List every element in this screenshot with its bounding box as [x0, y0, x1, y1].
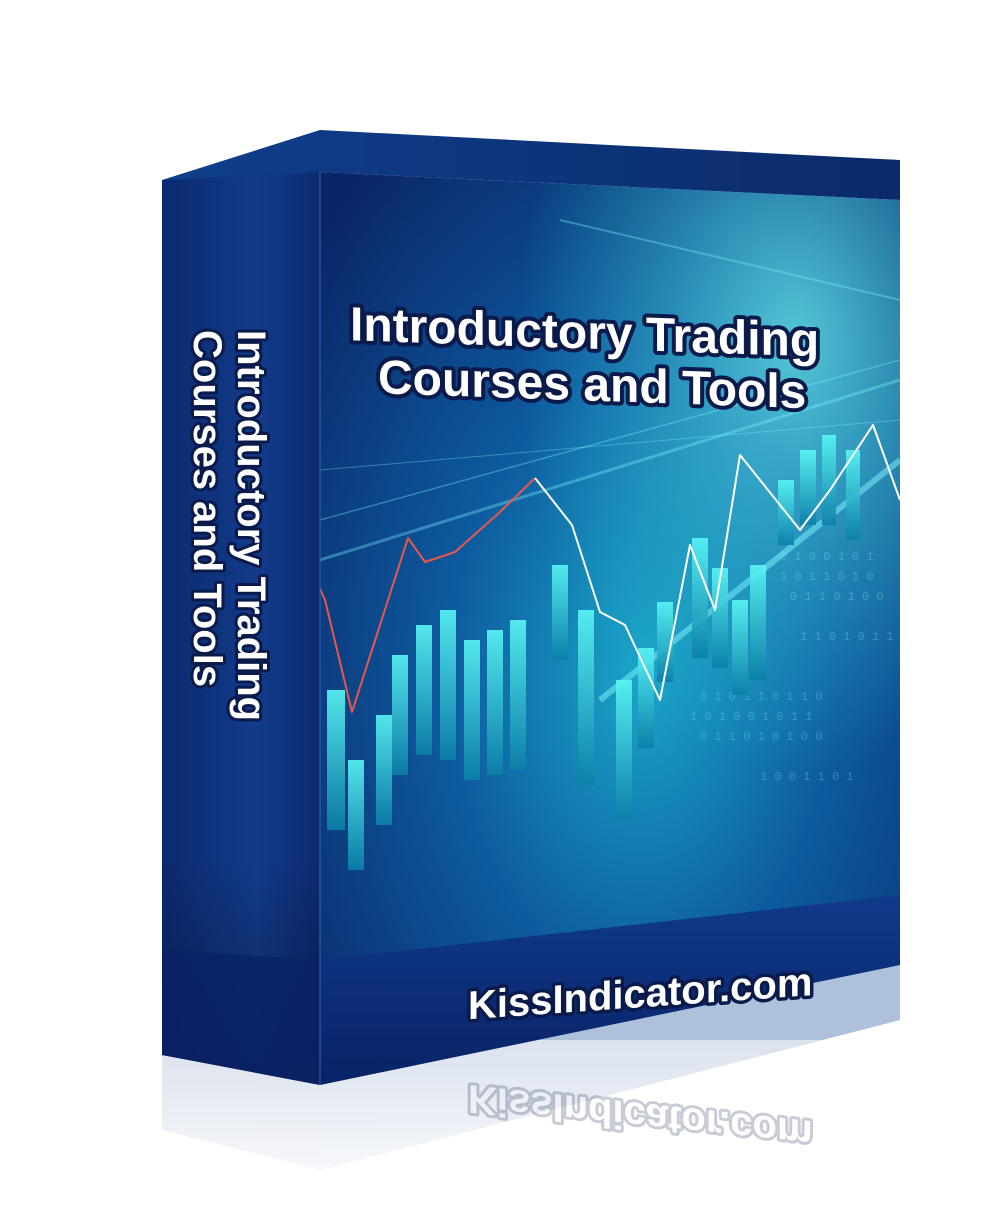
- svg-text:0 1 0 0 1 0 1: 0 1 0 0 1 0 1: [780, 550, 874, 564]
- candlestick-bar: [800, 450, 816, 525]
- candlestick-bar: [638, 648, 654, 748]
- candlestick-bar: [822, 435, 836, 525]
- candlestick-bar: [392, 655, 408, 775]
- svg-text:1 0 1 1 0 1 0: 1 0 1 1 0 1 0: [780, 570, 874, 584]
- candlestick-bar: [376, 715, 392, 825]
- candlestick-bar: [732, 600, 748, 695]
- software-box-image: KissIndicator.com Introductory Trading C…: [150, 130, 930, 1210]
- candlestick-bar: [616, 680, 632, 820]
- front-title: Introductory Trading Courses and Tools: [350, 298, 833, 420]
- svg-text:0 1 0 1 1 0 1 1 0: 0 1 0 1 1 0 1 1 0: [700, 690, 822, 704]
- spine-title: Introductory Trading Courses and Tools: [185, 330, 273, 732]
- candlestick-bar: [327, 690, 345, 830]
- candlestick-bar: [750, 565, 766, 680]
- svg-text:0 1 1 0 1 0 1 0 0: 0 1 1 0 1 0 1 0 0: [700, 730, 822, 744]
- candlestick-bar: [487, 630, 503, 775]
- svg-text:1 1 0 1 0 1 1: 1 1 0 1 0 1 1: [800, 630, 894, 644]
- candlestick-bar: [416, 625, 432, 755]
- candlestick-bar: [464, 640, 480, 780]
- candlestick-bar: [348, 760, 364, 870]
- svg-text:1 0 1 0 0 1 0 1 1: 1 0 1 0 0 1 0 1 1: [690, 710, 812, 724]
- candlestick-bar: [578, 610, 594, 785]
- svg-text:1 0 0 1 1 0 1: 1 0 0 1 1 0 1: [760, 770, 854, 784]
- candlestick-bar: [552, 565, 568, 660]
- candlestick-bar: [510, 620, 526, 770]
- svg-text:0 1 1 0 1 0 0: 0 1 1 0 1 0 0: [790, 590, 884, 604]
- candlestick-bar: [440, 610, 456, 760]
- box-front-face: 0 1 0 0 1 0 1 1 0 1 1 0 1 0 0 1 1 0 1 0 …: [320, 172, 900, 1085]
- box-spine: Introductory Trading Courses and Tools: [162, 172, 320, 1085]
